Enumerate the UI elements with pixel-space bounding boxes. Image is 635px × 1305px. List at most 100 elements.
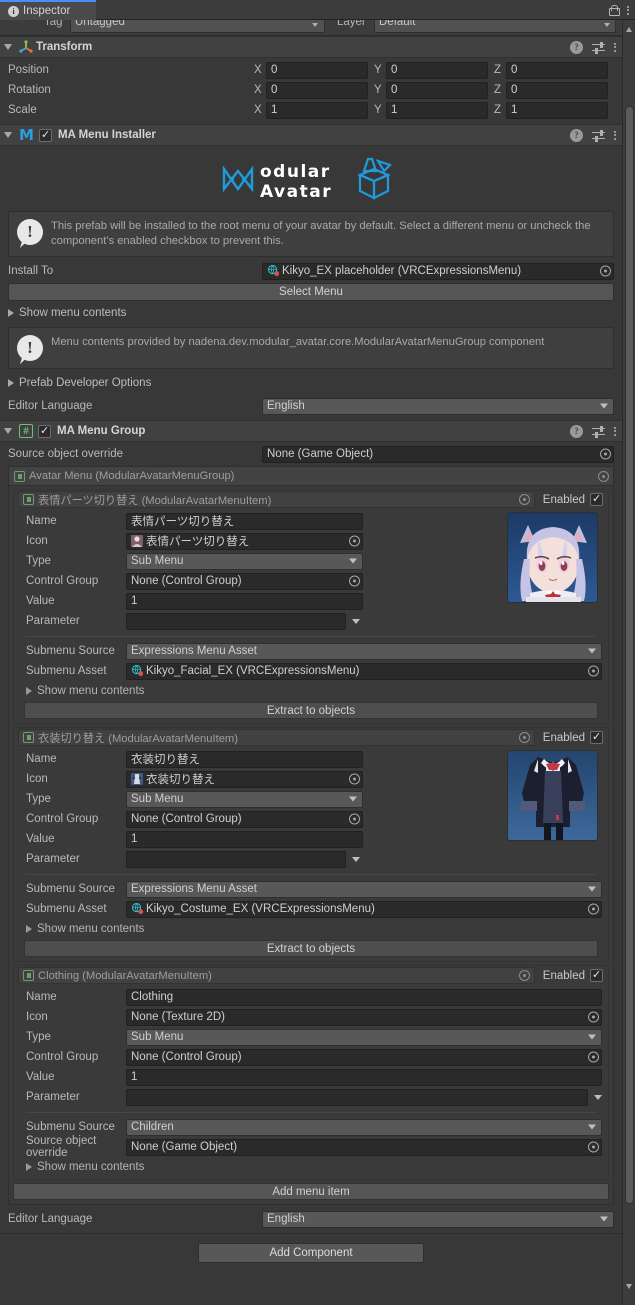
- tab-inspector[interactable]: i Inspector: [0, 0, 96, 20]
- foldout-transform-icon[interactable]: [4, 44, 12, 50]
- menu-item-value-field[interactable]: 1: [126, 592, 363, 610]
- foldout-ma-menu-group-icon[interactable]: [4, 428, 12, 435]
- menu-item-enabled-checkbox[interactable]: [590, 730, 603, 745]
- object-picker-icon[interactable]: [349, 813, 360, 825]
- editor-language-dropdown[interactable]: English: [262, 397, 614, 415]
- object-picker-icon[interactable]: [518, 732, 530, 744]
- component-enabled-checkbox[interactable]: [38, 128, 52, 142]
- help-icon[interactable]: ?: [570, 424, 583, 438]
- menu-item-value-field[interactable]: 1: [126, 1068, 602, 1086]
- rotation-z-field[interactable]: 0: [506, 81, 608, 99]
- select-menu-button[interactable]: Select Menu: [8, 283, 614, 302]
- extract-to-objects-button[interactable]: Extract to objects: [24, 702, 598, 720]
- menu-item-header[interactable]: Clothing (ModularAvatarMenuItem) Enabled: [14, 966, 608, 985]
- object-picker-icon[interactable]: [349, 773, 360, 785]
- object-picker-icon[interactable]: [349, 575, 360, 587]
- scale-y-field[interactable]: 1: [386, 101, 488, 119]
- vertical-scrollbar[interactable]: [622, 20, 635, 1305]
- menu-item-enabled-checkbox[interactable]: [590, 968, 603, 983]
- help-icon[interactable]: ?: [570, 40, 583, 54]
- object-picker-icon[interactable]: [588, 665, 599, 677]
- menu-item-header[interactable]: 衣装切り替え (ModularAvatarMenuItem) Enabled: [14, 728, 608, 747]
- menu-item-submenu-source-dropdown[interactable]: Expressions Menu Asset: [126, 880, 602, 898]
- menu-item-submenu-source-dropdown[interactable]: Expressions Menu Asset: [126, 642, 602, 660]
- kebab-menu-icon[interactable]: [627, 5, 629, 15]
- component-enabled-checkbox[interactable]: [38, 424, 51, 438]
- lock-icon[interactable]: [609, 4, 620, 16]
- scroll-up-arrow-icon[interactable]: [626, 27, 632, 32]
- scale-x-field[interactable]: 1: [266, 101, 368, 119]
- menu-item-type-dropdown[interactable]: Sub Menu: [126, 552, 363, 570]
- menu-item-header[interactable]: 表情パーツ切り替え (ModularAvatarMenuItem) Enable…: [14, 490, 608, 509]
- menu-item-type-dropdown[interactable]: Sub Menu: [126, 1028, 602, 1046]
- object-picker-icon[interactable]: [588, 1051, 599, 1063]
- menu-item-source-object-override-field[interactable]: None (Game Object): [126, 1138, 602, 1156]
- menu-item-control-group-field[interactable]: None (Control Group): [126, 1048, 602, 1066]
- menu-item: Clothing (ModularAvatarMenuItem) Enabled…: [13, 965, 609, 1181]
- kebab-menu-icon[interactable]: [614, 42, 616, 52]
- preset-icon[interactable]: [592, 129, 605, 142]
- menu-item-parameter-field[interactable]: [126, 850, 346, 868]
- chevron-down-icon[interactable]: [594, 1094, 602, 1100]
- menu-item-submenu-asset-field[interactable]: Kikyo_Costume_EX (VRCExpressionsMenu): [126, 900, 602, 918]
- position-y-field[interactable]: 0: [386, 61, 488, 79]
- extract-to-objects-button[interactable]: Extract to objects: [24, 940, 598, 958]
- menu-item-type-dropdown[interactable]: Sub Menu: [126, 790, 363, 808]
- menu-item-icon-field[interactable]: None (Texture 2D): [126, 1008, 602, 1026]
- menu-item-submenu-source-dropdown[interactable]: Children: [126, 1118, 602, 1136]
- menu-item-parameter-field[interactable]: [126, 612, 346, 630]
- menu-item-enabled-checkbox[interactable]: [590, 492, 603, 507]
- object-picker-icon[interactable]: [588, 1011, 599, 1023]
- menu-item-control-group-field[interactable]: None (Control Group): [126, 572, 363, 590]
- menu-item-icon-field[interactable]: 衣装切り替え: [126, 770, 363, 788]
- prefab-developer-options-foldout[interactable]: Prefab Developer Options: [0, 373, 622, 393]
- preset-icon[interactable]: [592, 41, 605, 54]
- add-component-button[interactable]: Add Component: [198, 1243, 424, 1264]
- component-header-transform[interactable]: Transform ?: [0, 36, 622, 58]
- source-object-override-field[interactable]: None (Game Object): [262, 445, 614, 463]
- scrollbar-thumb[interactable]: [625, 106, 634, 1204]
- menu-item-name-field[interactable]: 衣装切り替え: [126, 750, 363, 768]
- menu-item-object-field[interactable]: Clothing (ModularAvatarMenuItem): [18, 967, 535, 985]
- menu-item-value-field[interactable]: 1: [126, 830, 363, 848]
- preset-icon[interactable]: [592, 425, 605, 438]
- kebab-menu-icon[interactable]: [614, 426, 616, 436]
- scroll-down-arrow-icon[interactable]: [626, 1284, 632, 1289]
- menu-item-icon-field[interactable]: 表情パーツ切り替え: [126, 532, 363, 550]
- position-z-field[interactable]: 0: [506, 61, 608, 79]
- component-header-ma-menu-group[interactable]: # MA Menu Group ?: [0, 420, 622, 443]
- object-picker-icon[interactable]: [518, 970, 530, 982]
- menu-item-parameter-field[interactable]: [126, 1088, 588, 1106]
- object-picker-icon[interactable]: [600, 265, 611, 277]
- menu-item-control-group-field[interactable]: None (Control Group): [126, 810, 363, 828]
- menu-item-show-menu-contents-foldout[interactable]: Show menu contents: [14, 919, 608, 938]
- rotation-x-field[interactable]: 0: [266, 81, 368, 99]
- menu-item-object-field[interactable]: 表情パーツ切り替え (ModularAvatarMenuItem): [18, 491, 535, 509]
- component-header-ma-menu-installer[interactable]: M MA Menu Installer ?: [0, 124, 622, 146]
- object-picker-icon[interactable]: [598, 470, 609, 482]
- chevron-down-icon[interactable]: [352, 856, 360, 862]
- position-x-field[interactable]: 0: [266, 61, 368, 79]
- install-to-field[interactable]: Kikyo_EX placeholder (VRCExpressionsMenu…: [262, 262, 614, 280]
- chevron-down-icon[interactable]: [352, 618, 360, 624]
- object-picker-icon[interactable]: [588, 1141, 599, 1153]
- menu-item-submenu-asset-field[interactable]: Kikyo_Facial_EX (VRCExpressionsMenu): [126, 662, 602, 680]
- menu-item-name-field[interactable]: Clothing: [126, 988, 602, 1006]
- object-picker-icon[interactable]: [518, 494, 530, 506]
- menu-item-show-menu-contents-foldout[interactable]: Show menu contents: [14, 681, 608, 700]
- menu-item-name-field[interactable]: 表情パーツ切り替え: [126, 512, 363, 530]
- kebab-menu-icon[interactable]: [614, 130, 616, 140]
- rotation-y-field[interactable]: 0: [386, 81, 488, 99]
- add-menu-item-button[interactable]: Add menu item: [13, 1183, 609, 1201]
- show-menu-contents-foldout[interactable]: Show menu contents: [0, 303, 622, 323]
- foldout-ma-menu-installer-icon[interactable]: [4, 132, 12, 138]
- editor-language-dropdown[interactable]: English: [262, 1210, 614, 1228]
- object-picker-icon[interactable]: [349, 535, 360, 547]
- menu-item-object-field[interactable]: 衣装切り替え (ModularAvatarMenuItem): [18, 729, 535, 747]
- avatar-menu-group-header[interactable]: Avatar Menu (ModularAvatarMenuGroup): [9, 467, 613, 487]
- menu-item-show-menu-contents-foldout[interactable]: Show menu contents: [14, 1157, 608, 1176]
- scale-z-field[interactable]: 1: [506, 101, 608, 119]
- help-icon[interactable]: ?: [570, 128, 583, 142]
- object-picker-icon[interactable]: [600, 448, 611, 460]
- object-picker-icon[interactable]: [588, 903, 599, 915]
